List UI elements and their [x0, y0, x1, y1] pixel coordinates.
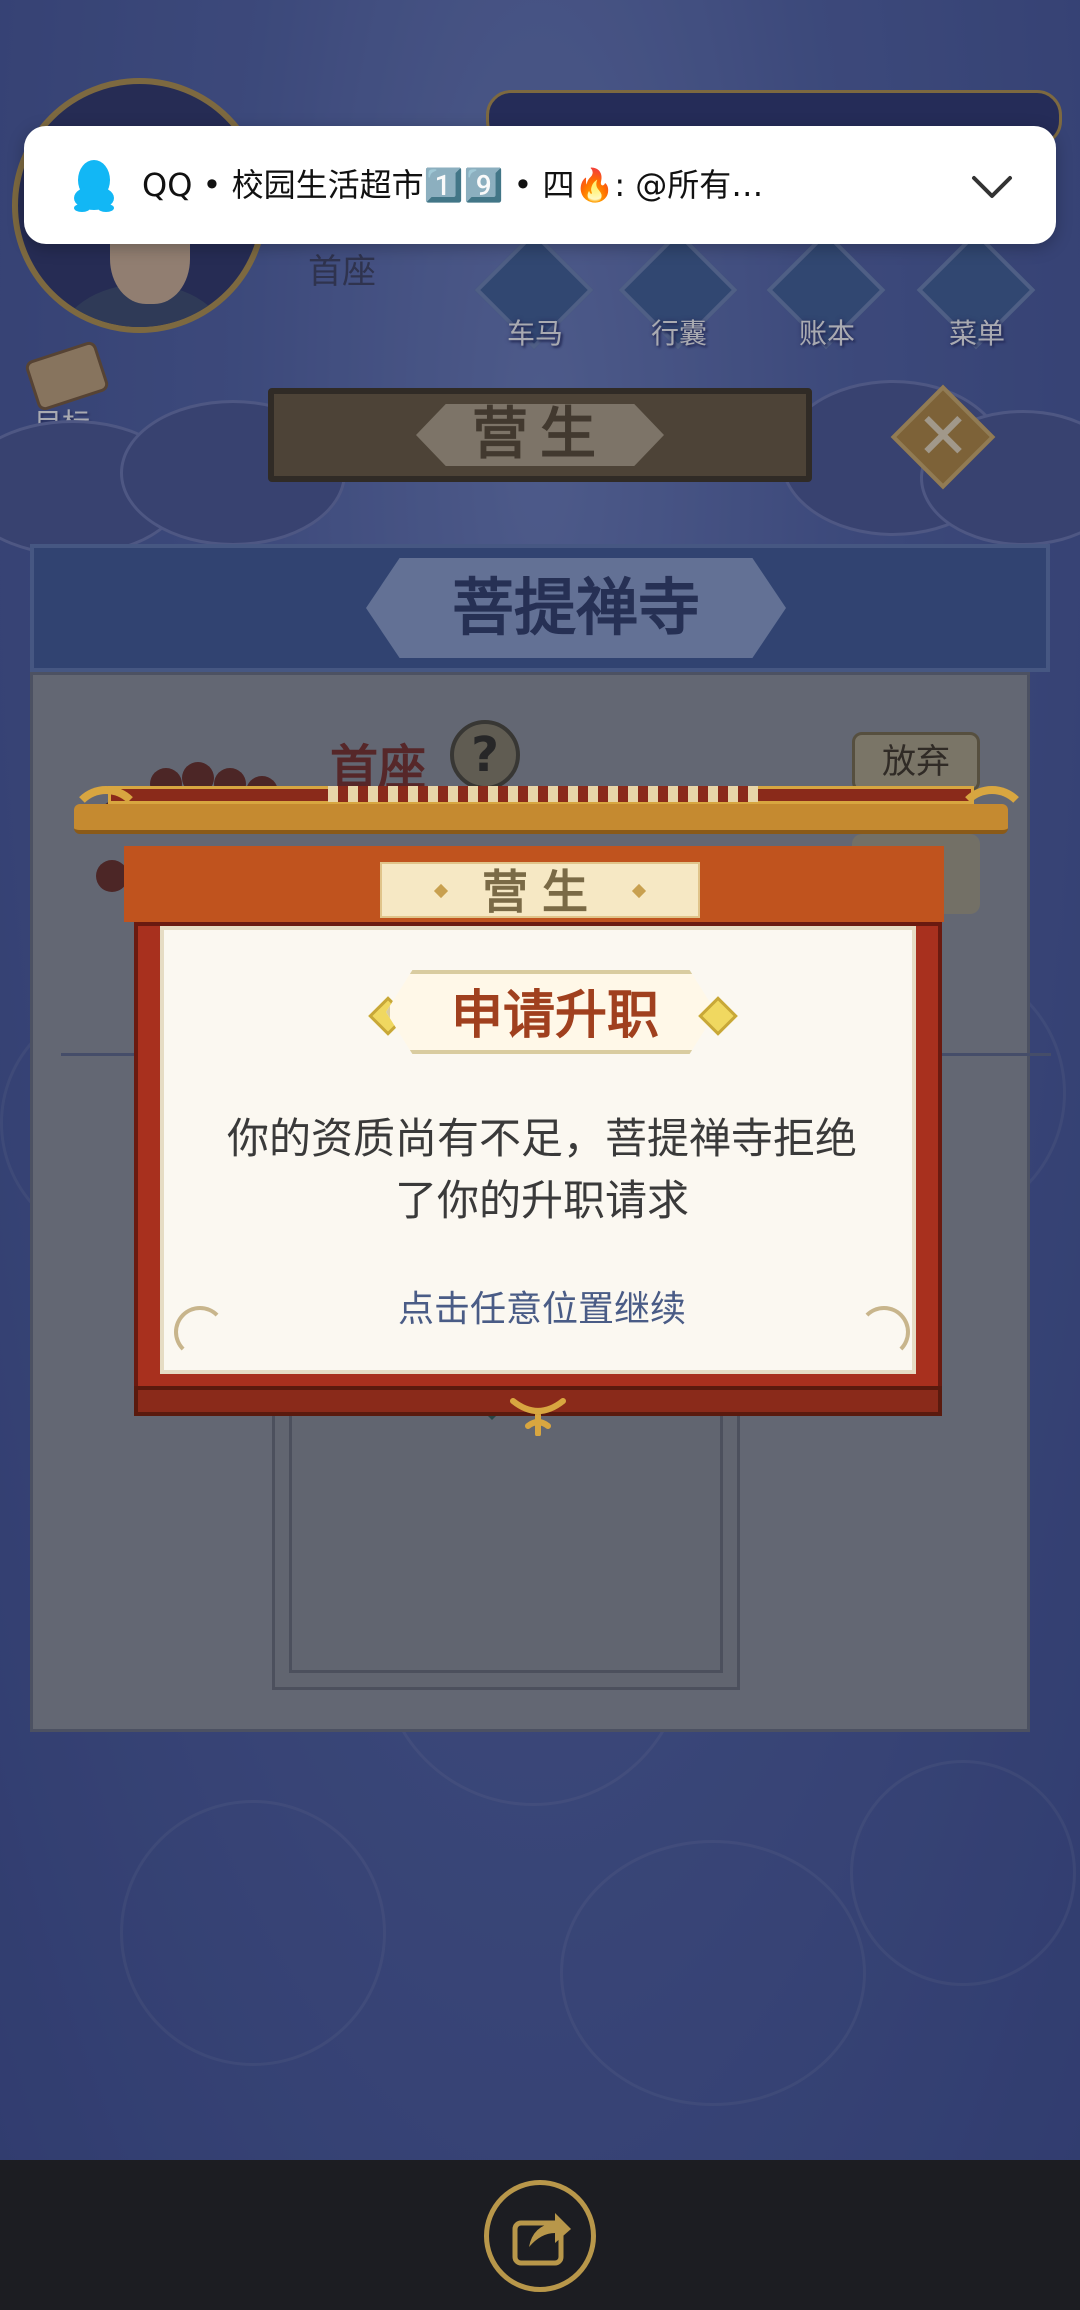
modal-roof [68, 786, 1030, 846]
bottom-bar [0, 2160, 1080, 2310]
roof-pattern [328, 786, 758, 802]
roof-curl-right [954, 786, 1030, 862]
modal-message: 你的资质尚有不足，菩提禅寺拒绝 了你的升职请求 [194, 1108, 890, 1232]
modal-header: 营生 [124, 846, 944, 922]
qq-penguin-icon [74, 160, 114, 212]
corner-ornament [174, 1306, 226, 1358]
message-line-2: 了你的升职请求 [394, 1176, 689, 1225]
corner-ornament [858, 1306, 910, 1358]
modal-title: 营生 [482, 865, 602, 919]
share-button[interactable] [484, 2180, 596, 2292]
chevron-down-icon[interactable] [962, 156, 1022, 216]
modal-subtitle: 申请升职 [450, 986, 659, 1046]
modal-tab: 营生 [380, 862, 700, 919]
modal-body[interactable]: 申请升职 你的资质尚有不足，菩提禅寺拒绝 了你的升职请求 点击任意位置继续 [160, 926, 916, 1374]
notification-text: QQ • 校园生活超市1️⃣9️⃣ • 四🔥: @所有… [142, 166, 764, 204]
qq-notification[interactable]: QQ • 校园生活超市1️⃣9️⃣ • 四🔥: @所有… [24, 126, 1056, 244]
knot-ornament-icon [510, 1398, 566, 1436]
share-icon [512, 2213, 571, 2266]
modal-frame: 申请升职 你的资质尚有不足，菩提禅寺拒绝 了你的升职请求 点击任意位置继续 [134, 922, 942, 1412]
roof-band [74, 804, 1008, 834]
subtitle-plaque: 申请升职 [386, 970, 716, 1054]
message-line-1: 你的资质尚有不足，菩提禅寺拒绝 [226, 1114, 857, 1163]
continue-hint: 点击任意位置继续 [397, 1289, 686, 1330]
